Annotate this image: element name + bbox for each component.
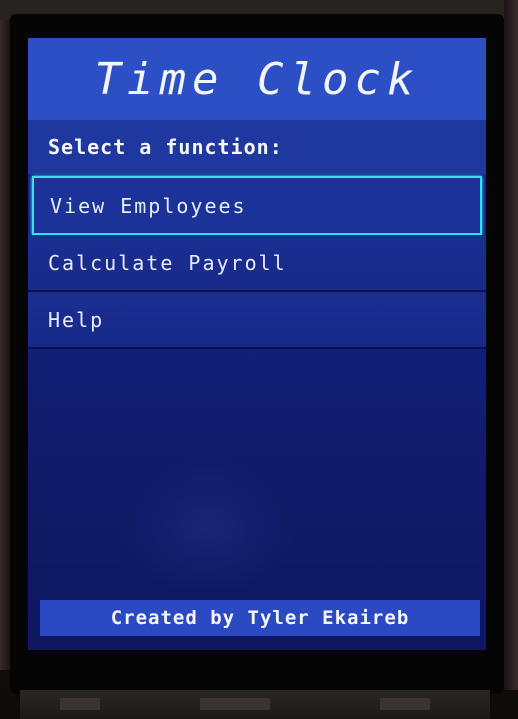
menu-item-help[interactable]: Help [28,292,486,349]
connector-pin-block [200,698,270,710]
menu-item-view-employees[interactable]: View Employees [32,176,482,235]
credits-text: Created by Tyler Ekaireb [110,607,410,629]
screen-glare [118,458,298,598]
display-screen: Time Clock Select a function: View Emplo… [28,38,486,650]
menu-item-label: Calculate Payroll [48,250,287,275]
prompt-bar: Select a function: [28,120,486,174]
app-title: Time Clock [94,53,420,105]
footer-bar: Created by Tyler Ekaireb [40,600,480,636]
device-edge-right [504,0,518,690]
title-bar: Time Clock [28,38,486,120]
menu-item-label: View Employees [50,193,247,218]
prompt-label: Select a function: [48,135,283,159]
function-menu: View Employees Calculate Payroll Help [28,176,486,349]
tft-display-device: Time Clock Select a function: View Emplo… [0,0,518,719]
device-edge-left [0,20,10,670]
connector-pin-block [60,698,100,710]
menu-item-calculate-payroll[interactable]: Calculate Payroll [28,235,486,292]
menu-item-label: Help [48,307,105,332]
connector-pin-block [380,698,430,710]
